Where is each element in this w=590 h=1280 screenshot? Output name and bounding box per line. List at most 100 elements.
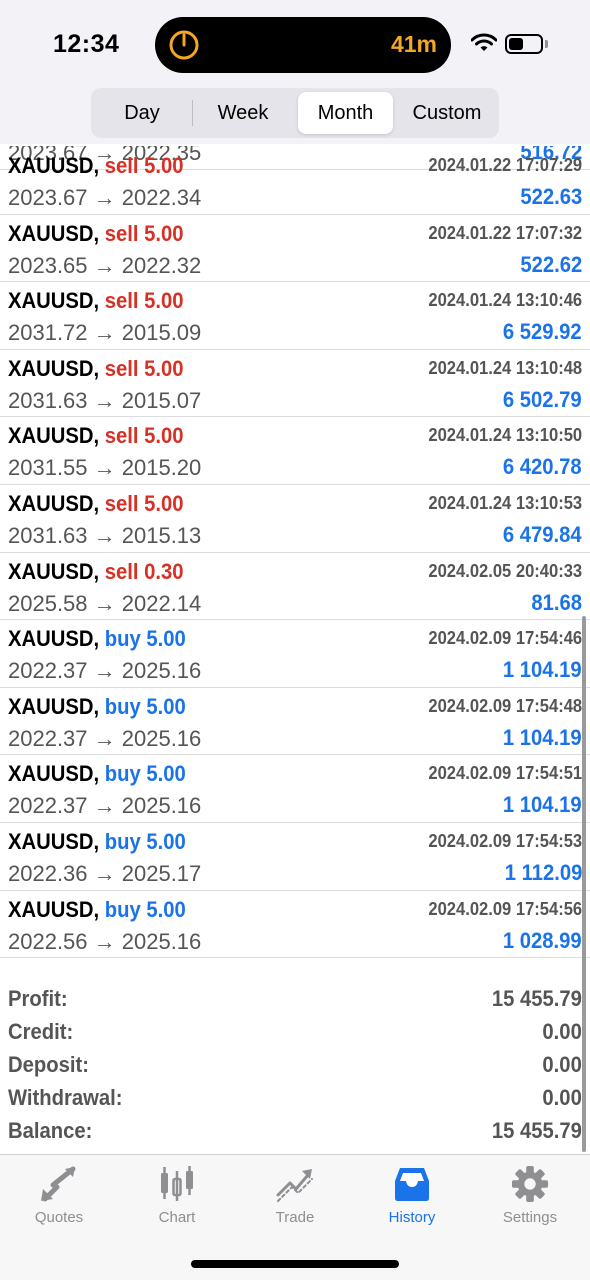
deal-date: 2024.01.22 17:07:32 bbox=[428, 222, 582, 243]
deal-profit: 1 112.09 bbox=[504, 860, 582, 885]
summary-label: Withdrawal: bbox=[8, 1085, 123, 1110]
summary-row: Credit: 0.00 bbox=[0, 1017, 590, 1050]
summary-row: Balance: 15 455.79 bbox=[0, 1116, 590, 1149]
deal-profit: 81.68 bbox=[531, 589, 582, 615]
deal-symbol: XAUUSD, sell 5.00 bbox=[8, 355, 184, 381]
summary-value: 15 455.79 bbox=[491, 1118, 582, 1143]
wifi-icon bbox=[471, 33, 497, 51]
deal-history-list[interactable]: 2023.67 → 2022.35 516.72 XAUUSD, sell 5.… bbox=[0, 146, 590, 976]
deal-date: 2024.01.24 13:10:50 bbox=[428, 425, 582, 446]
deal-side: buy 5.00 bbox=[104, 626, 186, 652]
list-item[interactable]: XAUUSD, buy 5.00 2024.02.09 17:54:46 2022.… bbox=[0, 620, 590, 688]
summary-row: Withdrawal: 0.00 bbox=[0, 1083, 590, 1116]
history-summary: Profit: 15 455.79 Credit: 0.00 Deposit: 0.00 W… bbox=[0, 984, 590, 1149]
tab-chart[interactable]: Chart bbox=[127, 1165, 227, 1235]
deal-symbol: XAUUSD, sell 0.30 bbox=[8, 558, 184, 584]
period-segmented-control: Day Week Month Custom bbox=[91, 88, 499, 138]
list-item[interactable]: XAUUSD, buy 5.00 2024.02.09 17:54:51 2022.… bbox=[0, 755, 590, 823]
list-item[interactable]: XAUUSD, sell 5.00 2024.01.24 13:10:50 2031… bbox=[0, 417, 590, 485]
deal-side: buy 5.00 bbox=[104, 693, 186, 719]
tab-label: History bbox=[388, 1209, 436, 1226]
tab-label: Trade bbox=[275, 1209, 315, 1226]
list-item[interactable]: XAUUSD, buy 5.00 2024.02.09 17:54:56 2022.… bbox=[0, 891, 590, 959]
deal-date: 2024.01.24 13:10:48 bbox=[428, 357, 582, 378]
deal-date: 2024.02.05 20:40:33 bbox=[428, 560, 582, 581]
deal-profit: 6 479.84 bbox=[503, 522, 582, 547]
deal-side: sell 5.00 bbox=[104, 355, 184, 381]
period-tab-day[interactable]: Day bbox=[95, 92, 189, 134]
deal-prices: 2023.65 → 2022.32 bbox=[8, 252, 202, 278]
dynamic-island[interactable]: 41m bbox=[155, 17, 451, 73]
deal-profit: 6 529.92 bbox=[503, 319, 582, 345]
tab-trade[interactable]: Trade bbox=[245, 1165, 345, 1235]
list-item[interactable]: XAUUSD, sell 0.30 2024.02.05 20:40:33 2025… bbox=[0, 553, 590, 621]
deal-side: sell 5.00 bbox=[104, 423, 184, 449]
list-item[interactable]: XAUUSD, buy 5.00 2024.02.09 17:54:53 2022.… bbox=[0, 823, 590, 891]
list-item[interactable]: XAUUSD, sell 5.00 2024.01.22 17:07:32 2023… bbox=[0, 215, 590, 283]
deal-symbol: XAUUSD, sell 5.00 bbox=[8, 491, 184, 516]
status-bar: 12:34 41m bbox=[0, 0, 590, 88]
chart-icon bbox=[161, 1166, 193, 1201]
deal-date: 2024.01.24 13:10:53 bbox=[428, 493, 582, 513]
deal-side: sell 5.00 bbox=[104, 288, 184, 314]
scrollbar[interactable] bbox=[582, 616, 586, 1152]
deal-symbol: XAUUSD, sell 5.00 bbox=[8, 423, 184, 449]
deal-symbol: XAUUSD, buy 5.00 bbox=[8, 761, 186, 787]
list-item[interactable]: XAUUSD, sell 5.00 2024.01.24 13:10:46 2031… bbox=[0, 282, 590, 350]
period-tab-week[interactable]: Week bbox=[195, 92, 291, 134]
deal-side: buy 5.00 bbox=[104, 761, 186, 787]
status-time: 12:34 bbox=[53, 30, 120, 58]
list-item[interactable]: XAUUSD, sell 5.00 2024.01.24 13:10:53 2031… bbox=[0, 485, 590, 553]
deal-symbol: XAUUSD, buy 5.00 bbox=[8, 626, 186, 652]
list-item[interactable]: XAUUSD, sell 5.00 2024.01.24 13:10:48 2031… bbox=[0, 350, 590, 418]
period-selector-bar: Day Week Month Custom bbox=[0, 88, 590, 144]
deal-side: sell 5.00 bbox=[104, 220, 184, 246]
timer-ring-icon bbox=[169, 30, 199, 60]
deal-date: 2024.02.09 17:54:51 bbox=[428, 763, 582, 784]
deal-prices: 2031.63 → 2015.07 bbox=[8, 387, 202, 413]
deal-prices: 2022.56 → 2025.16 bbox=[8, 928, 202, 954]
deal-date: 2024.02.09 17:54:46 bbox=[428, 628, 582, 649]
summary-row: Deposit: 0.00 bbox=[0, 1050, 590, 1083]
deal-side: sell 0.30 bbox=[104, 558, 184, 584]
deal-profit: 522.62 bbox=[520, 251, 582, 277]
tab-label: Quotes bbox=[34, 1209, 84, 1226]
tab-settings[interactable]: Settings bbox=[480, 1165, 580, 1235]
deal-symbol: XAUUSD, buy 5.00 bbox=[8, 829, 186, 854]
deal-profit: 6 502.79 bbox=[503, 386, 582, 412]
summary-label: Balance: bbox=[8, 1118, 93, 1143]
deal-date: 2024.02.09 17:54:53 bbox=[428, 831, 582, 851]
gear-icon bbox=[511, 1165, 549, 1203]
period-tab-custom[interactable]: Custom bbox=[397, 92, 497, 134]
deal-side: buy 5.00 bbox=[104, 829, 186, 854]
deal-date: 2024.01.24 13:10:46 bbox=[428, 290, 582, 311]
deal-side: sell 5.00 bbox=[104, 491, 184, 516]
period-tab-month[interactable]: Month bbox=[298, 92, 393, 134]
summary-value: 15 455.79 bbox=[491, 986, 582, 1011]
tab-quotes[interactable]: Quotes bbox=[9, 1165, 109, 1235]
deal-date: 2024.02.09 17:54:56 bbox=[428, 898, 582, 919]
deal-profit: 522.63 bbox=[520, 184, 582, 209]
tab-history[interactable]: History bbox=[362, 1165, 462, 1235]
activity-time: 41m bbox=[390, 31, 437, 57]
deal-prices: 2025.58 → 2022.14 bbox=[8, 590, 202, 616]
deal-symbol: XAUUSD, buy 5.00 bbox=[8, 693, 186, 719]
segment-divider bbox=[192, 100, 193, 126]
summary-label: Credit: bbox=[8, 1019, 74, 1044]
quotes-icon bbox=[41, 1166, 76, 1202]
deal-symbol: XAUUSD, sell 5.00 bbox=[8, 220, 184, 246]
deal-side: sell 5.00 bbox=[104, 153, 184, 178]
list-item[interactable]: XAUUSD, buy 5.00 2024.02.09 17:54:48 2022.… bbox=[0, 688, 590, 756]
deal-prices: 2022.36 → 2025.17 bbox=[8, 861, 202, 886]
deal-symbol: XAUUSD, buy 5.00 bbox=[8, 896, 186, 922]
battery-icon bbox=[505, 34, 543, 54]
tab-label: Settings bbox=[502, 1209, 558, 1226]
home-indicator[interactable] bbox=[191, 1260, 399, 1268]
trade-icon bbox=[276, 1169, 313, 1202]
deal-profit: 6 420.78 bbox=[503, 454, 582, 480]
deal-symbol: XAUUSD, sell 5.00 bbox=[8, 153, 184, 178]
deal-symbol: XAUUSD, sell 5.00 bbox=[8, 288, 184, 314]
tab-label: Chart bbox=[158, 1209, 196, 1226]
deal-prices: 2022.37 → 2025.16 bbox=[8, 793, 202, 819]
list-item[interactable]: XAUUSD, sell 5.00 2024.01.22 17:07:29 2023… bbox=[0, 147, 590, 215]
